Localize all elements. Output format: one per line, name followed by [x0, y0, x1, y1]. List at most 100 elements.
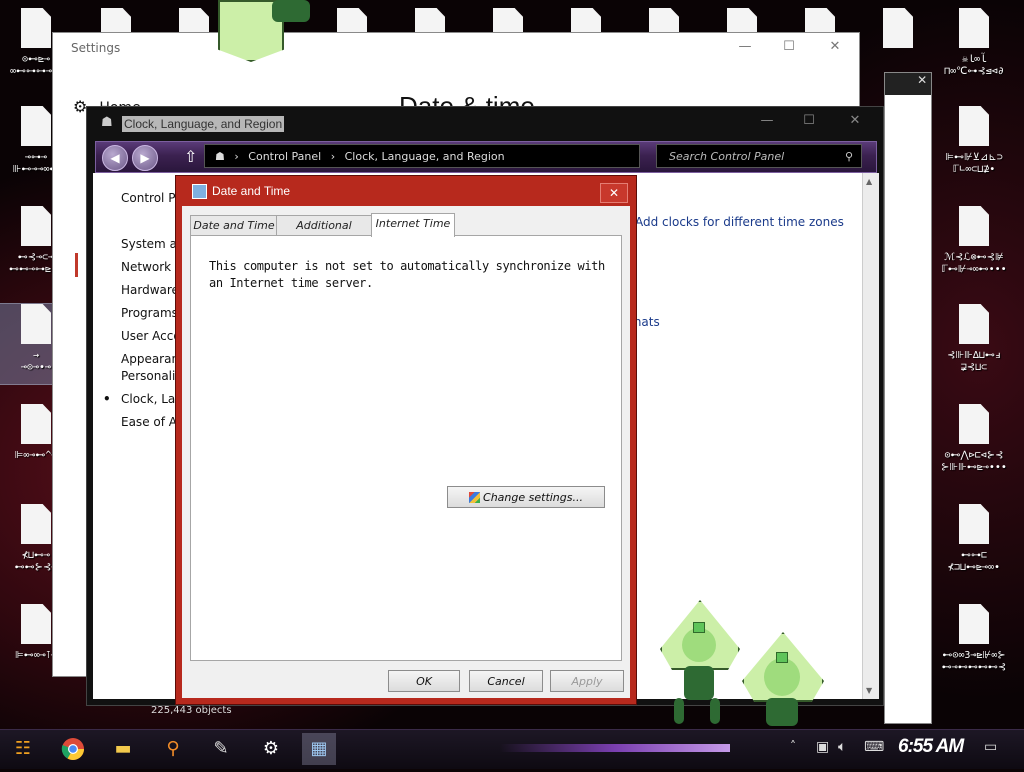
- taskbar-clock[interactable]: 6:55 AM: [898, 736, 964, 758]
- file-icon: [959, 8, 989, 48]
- start-button[interactable]: ☷: [6, 733, 40, 765]
- close-button[interactable]: ✕: [815, 39, 855, 54]
- desktop-file-icon[interactable]: ⊷⊶⊏ ⊀⊐⊔⊷⊵⊸∞∙: [938, 504, 1010, 574]
- dialog-client-area: Date and Time Additional Clocks Internet…: [182, 206, 630, 698]
- add-clocks-link[interactable]: Add clocks for different time zones: [635, 215, 844, 229]
- uac-shield-icon: [469, 492, 481, 503]
- minimize-button[interactable]: —: [747, 113, 787, 128]
- navigation-bar: ◀ ▶ ⇧ ☗ › Control Panel › Clock, Languag…: [95, 141, 877, 173]
- chevron-up-icon[interactable]: ˄: [790, 739, 796, 753]
- chevron-right-icon: ›: [234, 150, 239, 163]
- back-button[interactable]: ◀: [102, 145, 128, 171]
- mascot-leg: [710, 698, 720, 724]
- desktop-file-icon[interactable]: ☠ﺂ∞ﺎ ⊓∞℃⊶⊰⊴⊲∂: [938, 8, 1010, 78]
- file-icon: [21, 206, 51, 246]
- file-icon: [883, 8, 913, 48]
- taskbar: ☷ ▬ ⚲ ✎ ⚙ ▦ ˄ ▣ 🔈︎ ⌨ 6:55 AM ▭: [0, 729, 1024, 769]
- notification-icon[interactable]: ▭: [984, 739, 997, 755]
- background-window[interactable]: ✕: [884, 72, 932, 724]
- file-icon: [21, 404, 51, 444]
- scroll-down-icon[interactable]: ▼: [866, 686, 872, 695]
- file-icon: [959, 106, 989, 146]
- desktop-icon-label: ⊷⊶⊏ ⊀⊐⊔⊷⊵⊸∞∙: [947, 550, 1001, 573]
- control-panel-icon: ☗: [101, 115, 113, 130]
- desktop-icon-label: ☠ﺂ∞ﺎ ⊓∞℃⊶⊰⊴⊲∂: [944, 54, 1004, 77]
- network-icon[interactable]: ▣: [816, 739, 829, 755]
- file-icon: [21, 504, 51, 544]
- file-icon: [21, 8, 51, 48]
- background-window-titlebar: ✕: [885, 73, 931, 95]
- minimize-button[interactable]: —: [725, 39, 765, 54]
- date-time-dialog[interactable]: Date and Time ✕ Date and Time Additional…: [175, 175, 637, 705]
- tab-additional-clocks[interactable]: Additional Clocks: [276, 215, 372, 252]
- up-arrow-icon[interactable]: ⇧: [184, 147, 197, 166]
- chrome-icon: [61, 738, 84, 760]
- desktop-file-icon[interactable]: ⊰⊪⊪∆⊔⊷ⅎ ⋥⊰⊔⊂: [938, 304, 1010, 374]
- search-input[interactable]: Search Control Panel ⚲: [656, 144, 862, 168]
- settings-taskbar-icon[interactable]: ⚙: [254, 733, 288, 765]
- scrollbar[interactable]: ▲ ▼: [862, 173, 879, 699]
- change-settings-button[interactable]: Change settings...: [447, 486, 605, 508]
- search-taskbar-icon[interactable]: ⚲: [156, 733, 190, 765]
- bullet-icon: •: [103, 392, 111, 406]
- tab-internet-time[interactable]: Internet Time: [371, 213, 455, 237]
- desktop-file-icon[interactable]: ⊷⊙∞3⊸⊵⊮∞⊱ ⊷⊸⊷⊷⊷⊷⊰: [938, 604, 1010, 674]
- desktop-file-icon[interactable]: [862, 8, 934, 48]
- file-icon: [959, 206, 989, 246]
- search-icon[interactable]: ⚲: [845, 145, 853, 169]
- desktop-icon-label: ⊰⊪⊪∆⊔⊷ⅎ ⋥⊰⊔⊂: [947, 350, 1001, 373]
- photo-app-taskbar-icon[interactable]: ✎: [204, 733, 238, 765]
- gem-icon: [693, 622, 705, 633]
- breadcrumb-control-panel[interactable]: Control Panel: [248, 150, 321, 163]
- file-icon: [959, 404, 989, 444]
- mascot-body: [272, 0, 310, 22]
- ok-button[interactable]: OK: [388, 670, 460, 692]
- keyboard-icon[interactable]: ⌨: [864, 739, 884, 755]
- breadcrumb-clock-language-region[interactable]: Clock, Language, and Region: [345, 150, 505, 163]
- file-explorer-taskbar-icon[interactable]: ▬: [106, 733, 140, 765]
- file-icon: [959, 504, 989, 544]
- file-icon: [21, 106, 51, 146]
- file-icon: [21, 304, 51, 344]
- settings-title: Settings: [71, 41, 121, 55]
- maximize-button[interactable]: ☐: [789, 113, 829, 128]
- volume-icon[interactable]: 🔈︎: [838, 739, 846, 755]
- desktop-file-icon[interactable]: ℳ⊰ℒ⊗⊷⊰⊯ ℾ⊷⊮⊸∞⊷∙∙∙: [938, 206, 1010, 276]
- close-button[interactable]: ✕: [600, 183, 628, 203]
- cancel-button[interactable]: Cancel: [469, 670, 543, 692]
- mascot-character-top: [218, 0, 318, 62]
- file-icon: [959, 604, 989, 644]
- sidebar-item-clock-label: Clock, Lan: [121, 392, 183, 406]
- desktop-file-icon[interactable]: ⊙⊷⋀⊳⊏⊲⊱⊰ ⊱⊪⊪⊷⊵⊸∙∙∙: [938, 404, 1010, 474]
- address-bar[interactable]: ☗ › Control Panel › Clock, Language, and…: [204, 144, 640, 168]
- mascot-face: [682, 628, 716, 662]
- desktop-icon-label: ⊙⊷⋀⊳⊏⊲⊱⊰ ⊱⊪⊪⊷⊵⊸∙∙∙: [941, 450, 1007, 473]
- chevron-right-icon: ›: [330, 150, 336, 163]
- change-settings-label: Change settings...: [483, 491, 583, 504]
- desktop-icon-label: ⊷⊙∞3⊸⊵⊮∞⊱ ⊷⊸⊷⊷⊷⊷⊰: [941, 650, 1007, 673]
- desktop: ⊙⊷⊵⊸ ∞⊷⊶⊶⊸⊷ ⊸⊶⊸ ⊪⊷⊸⊸∞⊷ ⊷⊰⊸⊂⊸ ⊷⊷⊸⊶⊵∙∙ → ⊸…: [0, 0, 1024, 768]
- status-bar-text: 225,443 objects: [151, 705, 232, 716]
- mascot-character-right: [742, 632, 824, 728]
- scroll-up-icon[interactable]: ▲: [866, 177, 872, 186]
- desktop-icon-label: ℳ⊰ℒ⊗⊷⊰⊯ ℾ⊷⊮⊸∞⊷∙∙∙: [941, 252, 1007, 275]
- control-panel-title: Clock, Language, and Region: [122, 116, 285, 132]
- mascot-body: [766, 698, 798, 726]
- apply-button[interactable]: Apply: [550, 670, 624, 692]
- control-panel-taskbar-icon[interactable]: ▦: [302, 733, 336, 765]
- forward-button[interactable]: ▶: [132, 145, 158, 171]
- chrome-taskbar-icon[interactable]: [56, 733, 90, 765]
- taskbar-accent: [500, 744, 730, 752]
- mascot-leg: [674, 698, 684, 724]
- sync-status-message: This computer is not set to automaticall…: [209, 259, 605, 290]
- tab-date-and-time[interactable]: Date and Time: [190, 215, 278, 236]
- desktop-file-icon[interactable]: ⊫⊷⊮⊻⊿⊾⊃ ℾ∟∞⊂⊔⊉∙: [938, 106, 1010, 176]
- dialog-title: Date and Time: [212, 184, 291, 198]
- mascot-body: [684, 666, 714, 700]
- file-icon: [21, 604, 51, 644]
- close-button[interactable]: ✕: [835, 113, 875, 128]
- maximize-button[interactable]: ☐: [769, 39, 809, 54]
- gem-icon: [776, 652, 788, 663]
- mascot-face: [764, 658, 800, 696]
- internet-time-panel: This computer is not set to automaticall…: [190, 235, 622, 661]
